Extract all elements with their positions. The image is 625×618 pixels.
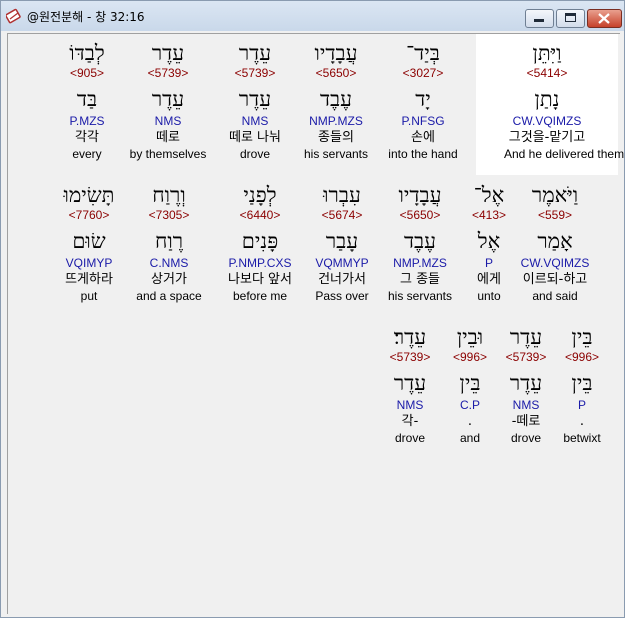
morphology-code: C.NMS [149,256,189,270]
hebrew-lemma: עֵדֶר [151,87,185,111]
app-icon [6,8,21,24]
word-cell[interactable]: עֲבָדָיו <5650> עֶבֶד NMP.MZS 종들의 his se… [293,40,379,162]
english-gloss: every [72,147,102,161]
hebrew-lemma: רֶוַח [154,229,184,253]
strong-number[interactable]: <5650> [377,208,463,223]
hebrew-word: עֵדֶר [151,41,185,65]
interlinear-panel[interactable]: וַיִּתֵּן <5414> נָתַן CW.VQIMZS 그것을-맡기고… [7,33,625,614]
morphology-code: NMS [396,398,424,412]
english-gloss: by themselves [129,147,207,161]
hebrew-word: בְּיַד־ [406,41,440,65]
word-cell[interactable]: תָּשִׂימוּ <7760> שׂוּם VQIMYP 뜨게하라 put [46,182,132,304]
hebrew-lemma: פָּנִים [241,229,279,253]
word-cell[interactable]: עֵדֶר <5739> עֵדֶר NMS 떼로 by themselves [125,40,211,162]
korean-gloss: 뜨게하라 [65,272,113,287]
english-gloss: and a space [136,289,202,303]
strong-number[interactable]: <5414> [504,66,590,81]
english-gloss: drove [394,431,426,445]
strong-number[interactable]: <5739> [125,66,211,81]
strong-number[interactable]: <5739> [212,66,298,81]
korean-gloss: 떼로 [156,130,180,145]
hebrew-lemma: יָד [415,87,431,111]
minimize-button[interactable] [525,9,554,28]
word-cell[interactable]: וְרֶוַח <7305> רֶוַח C.NMS 상거가 and a spa… [126,182,212,304]
english-gloss: drove [239,147,271,161]
window-title: @원전분해 - 창 32:16 [27,10,145,24]
korean-gloss: 건너가서 [318,272,366,287]
hebrew-lemma: עֶבֶד [403,229,437,253]
morphology-code: NMP.MZS [393,256,447,270]
word-cell[interactable]: לְפָנַי <6440> פָּנִים P.NMP.CXS 나보다 앞서 … [217,182,303,304]
morphology-code: NMP.MZS [309,114,363,128]
maximize-icon [565,13,576,22]
hebrew-word: עֵדֶר [238,41,272,65]
morphology-code: VQMMYP [315,256,369,270]
korean-gloss: 상거가 [151,272,187,287]
strong-number[interactable]: <6440> [217,208,303,223]
morphology-code: NMS [154,114,182,128]
english-gloss: Pass over [315,289,369,303]
hebrew-lemma: נָתַן [534,87,560,111]
app-window: @원전분해 - 창 32:16 וַיִּתֵּן <5414> נָתַן C… [0,0,625,618]
strong-number[interactable]: <905> [44,66,130,81]
strong-number[interactable]: <7305> [126,208,212,223]
word-cell[interactable]: עִבְרוּ <5674> עָבַר VQMMYP 건너가서 Pass ov… [299,182,385,304]
hebrew-lemma: בַּד [76,87,98,111]
korean-gloss: 그 종들 [399,272,440,287]
hebrew-lemma: שׂוּם [72,229,106,253]
korean-gloss: 각- [401,414,419,429]
hebrew-word: לְבַדּוֹ [69,41,105,65]
hebrew-word: עֲבָדָיו [314,41,358,65]
strong-number[interactable]: <5674> [299,208,385,223]
hebrew-word: עֲבָדָיו [398,183,442,207]
strong-number[interactable]: <3027> [380,66,466,81]
minimize-icon [534,19,544,22]
english-gloss: into the hand [388,147,458,161]
korean-gloss: 종들의 [318,130,354,145]
morphology-code: CW.VQIMZS [512,114,582,128]
title-bar[interactable]: @원전분해 - 창 32:16 [1,1,624,31]
korean-gloss: 손에 [411,130,435,145]
word-cell[interactable]: וַיִּתֵּן <5414> נָתַן CW.VQIMZS 그것을-맡기고… [504,40,625,162]
hebrew-lemma: עֵדֶר [238,87,272,111]
korean-gloss: 각각 [75,130,99,145]
english-gloss: put [80,289,98,303]
morphology-code: VQIMYP [65,256,113,270]
hebrew-lemma: עָבַר [325,229,359,253]
korean-gloss: 떼로 나눠 [229,130,281,145]
word-cell[interactable]: בְּיַד־ <3027> יָד P.NFSG 손에 into the ha… [380,40,466,162]
hebrew-lemma: עֶבֶד [319,87,353,111]
english-gloss: his servants [387,289,453,303]
word-cell[interactable]: עֲבָדָיו <5650> עֶבֶד NMP.MZS 그 종들 his s… [377,182,463,304]
english-gloss: And he delivered them [504,147,625,161]
hebrew-word: תָּשִׂימוּ [63,183,115,207]
close-button[interactable] [587,9,622,28]
strong-number[interactable]: <7760> [46,208,132,223]
morphology-code: P.NMP.CXS [228,256,292,270]
hebrew-word: לְפָנַי [243,183,277,207]
hebrew-word: עִבְרוּ [323,183,361,207]
word-cell[interactable]: לְבַדּוֹ <905> בַּד P.MZS 각각 every [44,40,130,162]
english-gloss: before me [232,289,288,303]
maximize-button[interactable] [556,9,585,28]
strong-number[interactable]: <5650> [293,66,379,81]
korean-gloss: 나보다 앞서 [228,272,292,287]
korean-gloss: 그것을-맡기고 [508,130,586,145]
hebrew-word: וְרֶוַח [152,183,186,207]
close-icon [598,13,610,24]
strong-number[interactable]: <5739> [367,350,453,365]
word-cell[interactable]: עֵדֶר <5739> עֵדֶר NMS 떼로 나눠 drove [212,40,298,162]
hebrew-word: וַיִּתֵּן [532,41,562,65]
hebrew-word: עֵדֶר׃ [393,325,427,349]
morphology-code: P.MZS [69,114,105,128]
morphology-code: P.NFSG [401,114,445,128]
word-cell[interactable]: עֵדֶר׃ <5739> עֵדֶר NMS 각- drove [367,324,453,446]
hebrew-lemma: עֵדֶר [393,371,427,395]
morphology-code: NMS [241,114,269,128]
english-gloss: his servants [303,147,369,161]
